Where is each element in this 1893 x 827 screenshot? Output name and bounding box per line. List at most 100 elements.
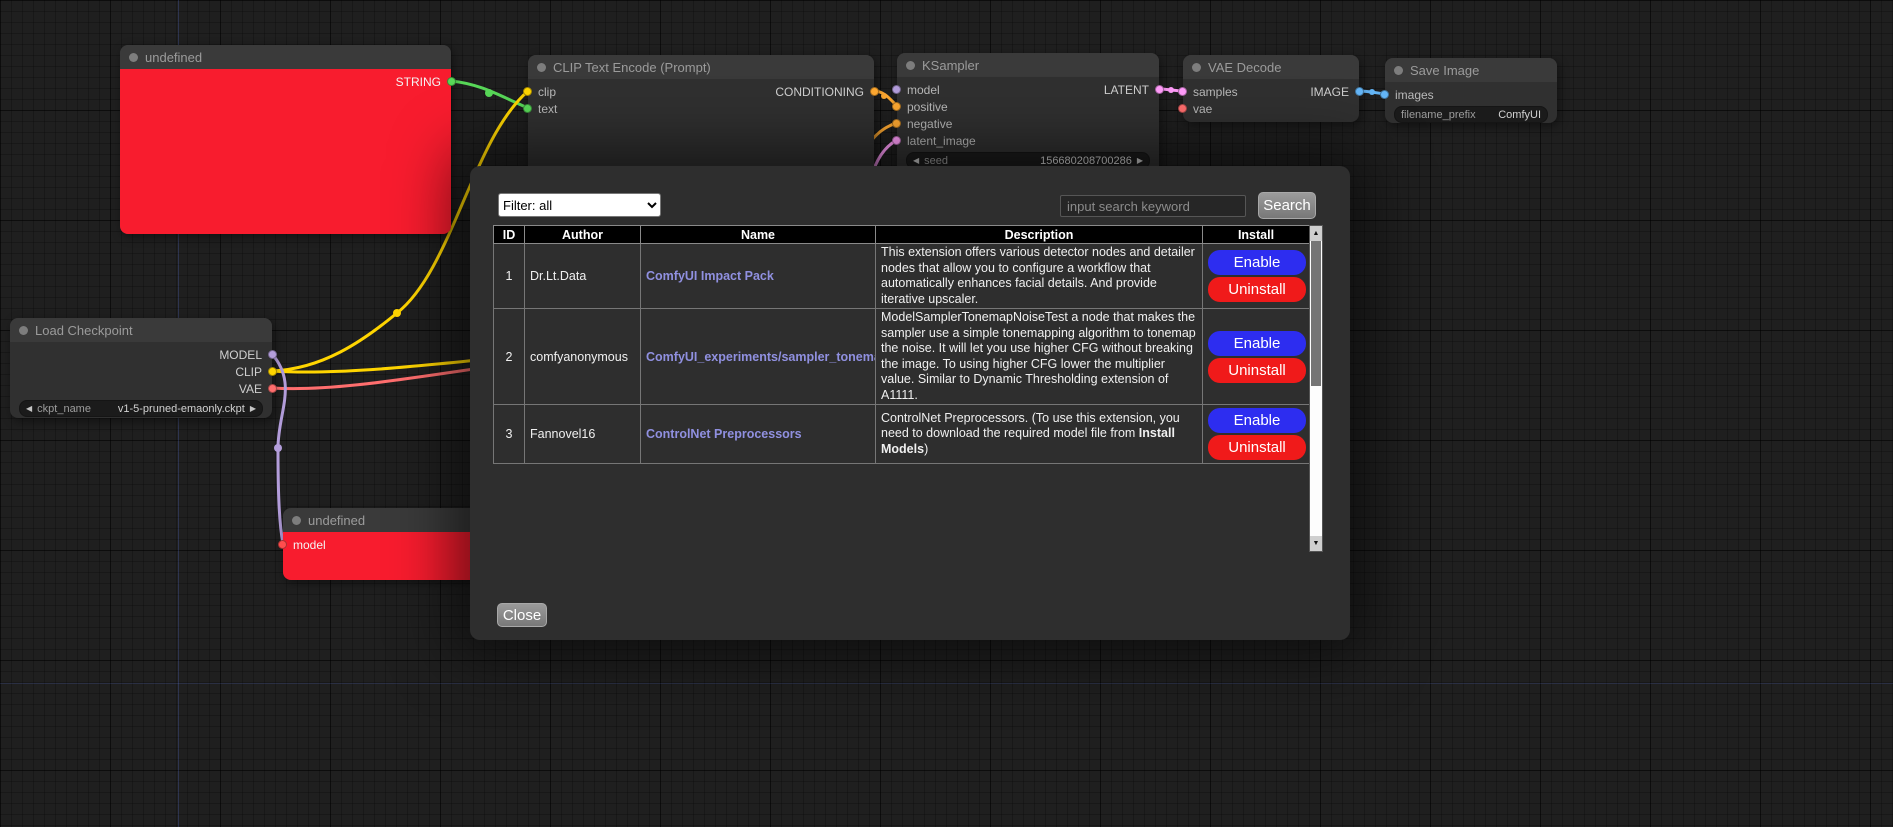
model-input-port[interactable]: [892, 85, 901, 94]
description-text: This extension offers various detector n…: [881, 245, 1195, 306]
enable-button[interactable]: Enable: [1208, 250, 1306, 275]
extension-author: comfyanonymous: [525, 309, 641, 405]
slot-label: MODEL: [219, 348, 262, 362]
uninstall-button[interactable]: Uninstall: [1208, 435, 1306, 460]
collapse-dot-icon[interactable]: [906, 61, 915, 70]
node-header[interactable]: VAE Decode: [1183, 55, 1359, 79]
filter-select[interactable]: Filter: all: [498, 193, 661, 217]
positive-input-port[interactable]: [892, 102, 901, 111]
samples-input-port[interactable]: [1178, 87, 1187, 96]
slot-label: model: [907, 83, 940, 97]
slot-label: positive: [907, 100, 948, 114]
text-input-port[interactable]: [523, 104, 532, 113]
node-vae-decode[interactable]: VAE Decode samples IMAGE vae: [1183, 55, 1359, 122]
slot-label: samples: [1193, 85, 1238, 99]
node-header[interactable]: Save Image: [1385, 58, 1557, 82]
wire-midpoint-dot[interactable]: [1168, 87, 1174, 93]
clip-output-port[interactable]: [268, 367, 277, 376]
widget-label: seed: [924, 155, 948, 167]
node-title: CLIP Text Encode (Prompt): [553, 60, 711, 75]
extension-author: Fannovel16: [525, 405, 641, 464]
header-author: Author: [525, 226, 641, 244]
node-title: Load Checkpoint: [35, 323, 133, 338]
extension-list: ID Author Name Description Install 1 Dr.…: [493, 225, 1323, 552]
search-input[interactable]: [1060, 195, 1246, 217]
collapse-dot-icon[interactable]: [19, 326, 28, 335]
conditioning-output-port[interactable]: [870, 87, 879, 96]
image-output-port[interactable]: [1355, 87, 1364, 96]
widget-value: ComfyUI: [1498, 109, 1541, 121]
filename-prefix-widget[interactable]: filename_prefix ComfyUI: [1394, 106, 1548, 123]
wire-midpoint-dot[interactable]: [1369, 89, 1375, 95]
model-input-port[interactable]: [278, 540, 287, 549]
collapse-dot-icon[interactable]: [1394, 66, 1403, 75]
collapse-dot-icon[interactable]: [1192, 63, 1201, 72]
extension-link[interactable]: ComfyUI Impact Pack: [646, 269, 774, 283]
scroll-down-icon[interactable]: ▼: [1310, 536, 1322, 551]
increase-arrow-icon[interactable]: ▶: [250, 405, 256, 413]
description-suffix: ): [924, 442, 928, 456]
node-body: model LATENT positive negative latent_im…: [897, 77, 1159, 169]
decrease-arrow-icon[interactable]: ◀: [26, 405, 32, 413]
wire-midpoint-dot[interactable]: [485, 89, 493, 97]
header-install: Install: [1203, 226, 1310, 244]
node-body: clip CONDITIONING text: [528, 79, 874, 117]
slot-label: IMAGE: [1310, 85, 1349, 99]
node-undefined-top[interactable]: undefined STRING: [120, 45, 451, 234]
scrollbar[interactable]: ▲ ▼: [1309, 225, 1323, 552]
enable-button[interactable]: Enable: [1208, 408, 1306, 433]
slot-label: CONDITIONING: [775, 85, 864, 99]
widget-label: filename_prefix: [1401, 109, 1476, 121]
negative-input-port[interactable]: [892, 119, 901, 128]
wire-midpoint-dot[interactable]: [274, 444, 282, 452]
string-output-port[interactable]: [447, 77, 456, 86]
node-body: images filename_prefix ComfyUI: [1385, 82, 1557, 123]
description-text: ModelSamplerTonemapNoiseTest a node that…: [881, 310, 1196, 402]
decrease-arrow-icon[interactable]: ◀: [913, 157, 919, 165]
latent-image-input-port[interactable]: [892, 136, 901, 145]
uninstall-button[interactable]: Uninstall: [1208, 277, 1306, 302]
close-button[interactable]: Close: [497, 603, 547, 627]
extension-link[interactable]: ControlNet Preprocessors: [646, 427, 802, 441]
extension-id: 1: [494, 244, 525, 309]
search-button[interactable]: Search: [1258, 192, 1316, 219]
node-header[interactable]: Load Checkpoint: [10, 318, 272, 342]
node-title: undefined: [308, 513, 365, 528]
description-text: ControlNet Preprocessors. (To use this e…: [881, 411, 1180, 441]
extension-id: 3: [494, 405, 525, 464]
ckpt-name-widget[interactable]: ◀ ckpt_name v1-5-pruned-emaonly.ckpt ▶: [19, 400, 263, 417]
vae-input-port[interactable]: [1178, 104, 1187, 113]
widget-value: 156680208700286: [1040, 155, 1132, 167]
wire-midpoint-dot[interactable]: [881, 93, 887, 99]
images-input-port[interactable]: [1380, 90, 1389, 99]
extension-link[interactable]: ComfyUI_experiments/sampler_tonemap: [646, 350, 876, 364]
model-output-port[interactable]: [268, 350, 277, 359]
node-graph-canvas[interactable]: undefined STRING CLIP Text Encode (Promp…: [0, 0, 1893, 827]
grid-axis-horizontal: [0, 683, 1893, 684]
node-title: KSampler: [922, 58, 979, 73]
node-header[interactable]: CLIP Text Encode (Prompt): [528, 55, 874, 79]
node-body: MODEL CLIP VAE ◀ ckpt_name v1-5-pruned-e…: [10, 342, 272, 417]
node-header[interactable]: KSampler: [897, 53, 1159, 77]
vae-output-port[interactable]: [268, 384, 277, 393]
slot-label: model: [293, 538, 326, 552]
wire-midpoint-dot[interactable]: [393, 309, 401, 317]
header-id: ID: [494, 226, 525, 244]
increase-arrow-icon[interactable]: ▶: [1137, 157, 1143, 165]
scroll-up-icon[interactable]: ▲: [1310, 226, 1322, 241]
enable-button[interactable]: Enable: [1208, 331, 1306, 356]
slot-label: LATENT: [1104, 83, 1149, 97]
collapse-dot-icon[interactable]: [292, 516, 301, 525]
node-header[interactable]: undefined: [120, 45, 451, 69]
node-save-image[interactable]: Save Image images filename_prefix ComfyU…: [1385, 58, 1557, 123]
node-title: Save Image: [1410, 63, 1479, 78]
collapse-dot-icon[interactable]: [129, 53, 138, 62]
uninstall-button[interactable]: Uninstall: [1208, 358, 1306, 383]
collapse-dot-icon[interactable]: [537, 63, 546, 72]
node-load-checkpoint[interactable]: Load Checkpoint MODEL CLIP VAE ◀ ckpt_na…: [10, 318, 272, 418]
node-body: samples IMAGE vae: [1183, 79, 1359, 117]
latent-output-port[interactable]: [1155, 85, 1164, 94]
extension-id: 2: [494, 309, 525, 405]
clip-input-port[interactable]: [523, 87, 532, 96]
scrollbar-thumb[interactable]: [1311, 241, 1321, 386]
